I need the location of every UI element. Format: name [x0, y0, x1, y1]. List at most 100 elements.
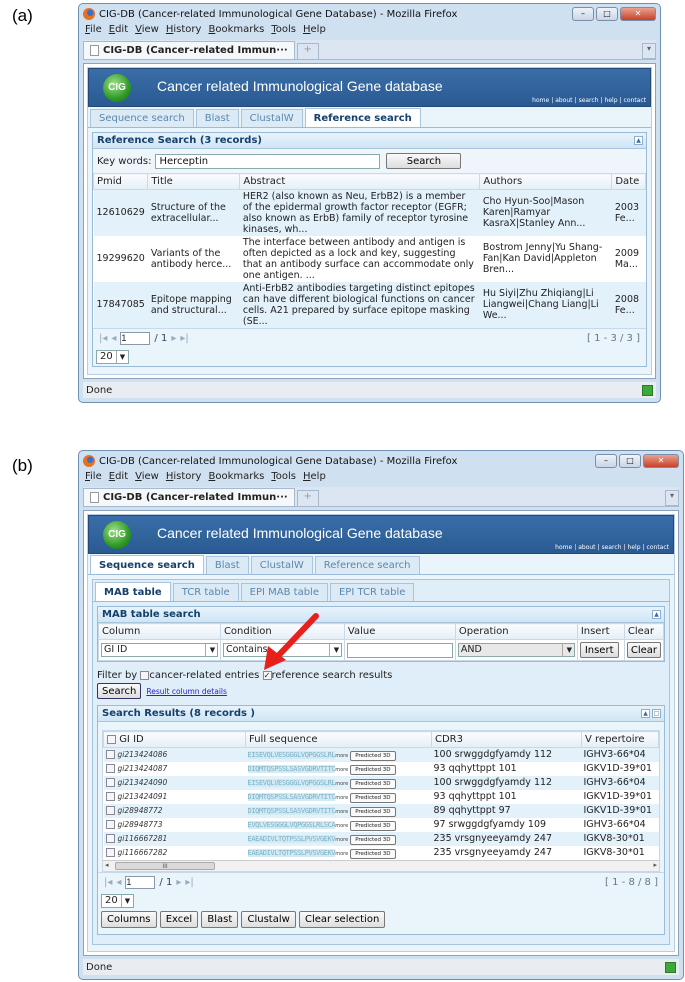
site-link[interactable]: home [532, 97, 549, 104]
gi-id[interactable]: gi213424087 [118, 764, 168, 773]
more-link[interactable]: more [335, 837, 348, 843]
menu-item[interactable]: Bookmarks [208, 24, 264, 38]
new-tab-button[interactable]: + [296, 490, 319, 506]
menu-item[interactable]: History [166, 24, 202, 38]
menu-item[interactable]: History [166, 471, 202, 485]
predicted-3d-button[interactable]: Predicted 3D [350, 779, 396, 789]
table-row[interactable]: gi116667281 EAEADIVLTQTPSSLPVSVGEKVmore P… [103, 831, 659, 846]
column-header[interactable]: CDR3 [431, 731, 582, 748]
search-button[interactable]: Search [386, 153, 462, 169]
sub-tab[interactable]: EPI MAB table [240, 583, 328, 601]
table-row[interactable]: 17847085 Epitope mapping and structural..… [93, 281, 646, 328]
menu-item[interactable]: View [135, 471, 159, 485]
select-all-checkbox[interactable] [107, 734, 116, 744]
menu-item[interactable]: File [85, 471, 102, 485]
scrollbar-thumb[interactable]: III [115, 861, 215, 870]
horizontal-scrollbar[interactable]: ◂ III ▸ [103, 859, 659, 871]
tab-list-button[interactable]: ▾ [665, 490, 679, 506]
maximize-button[interactable]: □ [596, 7, 618, 21]
close-button[interactable]: ✕ [643, 454, 679, 468]
column-select[interactable]: GI ID ▼ [101, 643, 218, 657]
menu-item[interactable]: File [85, 24, 102, 38]
browser-tab[interactable]: CIG-DB (Cancer-related Immun··· [83, 41, 295, 59]
action-button[interactable]: Clustalw [241, 910, 296, 928]
result-column-details-link[interactable]: Result column details [146, 687, 227, 696]
table-row[interactable]: gi213424086 EISEVQLVESGGGLVQPGGSLRLmore P… [103, 747, 659, 762]
gi-id[interactable]: gi213424091 [118, 792, 168, 801]
site-link[interactable]: search [598, 544, 622, 551]
row-checkbox[interactable] [105, 792, 115, 801]
collapse-icon[interactable]: ▲ [652, 610, 661, 619]
more-link[interactable]: more [335, 809, 348, 815]
table-row[interactable]: gi28948773 EVQLVESGGGLVQPGGSLRLSCAmore Pr… [104, 818, 659, 832]
sub-tab[interactable]: MAB table [95, 582, 171, 601]
predicted-3d-button[interactable]: Predicted 3D [350, 849, 396, 859]
insert-button[interactable]: Insert [579, 642, 619, 658]
site-tab[interactable]: Reference search [314, 556, 420, 574]
row-checkbox[interactable] [105, 764, 115, 773]
row-checkbox[interactable] [105, 806, 115, 815]
menu-item[interactable]: Tools [271, 24, 296, 38]
predicted-3d-button[interactable]: Predicted 3D [350, 765, 396, 775]
predicted-3d-button[interactable]: Predicted 3D [350, 751, 396, 762]
column-header[interactable]: Abstract [239, 173, 481, 190]
first-page-icon[interactable]: |◂ [99, 333, 107, 344]
gi-id[interactable]: gi213424086 [118, 750, 168, 759]
menu-item[interactable]: View [135, 24, 159, 38]
more-link[interactable]: more [335, 767, 348, 773]
more-link[interactable]: more [335, 753, 348, 759]
clear-button[interactable]: Clear [626, 642, 661, 658]
site-link[interactable]: about [574, 544, 595, 551]
gi-id[interactable]: gi116667282 [118, 848, 168, 857]
more-link[interactable]: more [335, 781, 348, 787]
site-tab[interactable]: Blast [195, 109, 239, 127]
site-tab[interactable]: Sequence search [90, 109, 194, 127]
predicted-3d-button[interactable]: Predicted 3D [350, 793, 396, 803]
site-link[interactable]: help [601, 97, 618, 104]
column-header[interactable]: Title [147, 173, 241, 190]
table-row[interactable]: 19299620 Variants of the antibody herce..… [94, 236, 646, 282]
site-tab[interactable]: Reference search [304, 108, 421, 127]
maximize-button[interactable]: □ [619, 454, 641, 468]
operation-select[interactable]: AND ▼ [457, 643, 575, 657]
prev-page-icon[interactable]: ◂ [116, 877, 121, 888]
site-tab[interactable]: Sequence search [90, 555, 204, 574]
table-row[interactable]: gi213424091 DIQMTQSPSSLSASVGDRVTITCmore P… [104, 790, 659, 804]
site-link[interactable]: about [551, 97, 572, 104]
maximize-icon[interactable]: □ [652, 709, 661, 718]
sub-tab[interactable]: TCR table [172, 583, 239, 601]
site-link[interactable]: contact [620, 97, 646, 104]
column-header[interactable]: Authors [479, 173, 613, 190]
table-row[interactable]: gi116667282 EAEADIVLTQTPSSLPVSVGEKVmore P… [104, 846, 659, 860]
column-header[interactable]: Pmid [92, 173, 149, 190]
gi-id[interactable]: gi213424090 [118, 778, 168, 787]
predicted-3d-button[interactable]: Predicted 3D [350, 807, 396, 817]
row-checkbox[interactable] [105, 848, 115, 857]
last-page-icon[interactable]: ▸| [180, 333, 188, 344]
site-tab[interactable]: ClustalW [250, 556, 313, 574]
more-link[interactable]: more [335, 795, 348, 801]
page-size-select[interactable]: 20 ▼ [101, 893, 134, 908]
close-button[interactable]: ✕ [620, 7, 656, 21]
menu-item[interactable]: Edit [109, 24, 128, 38]
last-page-icon[interactable]: ▸| [185, 877, 193, 888]
next-page-icon[interactable]: ▸ [171, 333, 176, 344]
column-header[interactable]: Full sequence [245, 731, 432, 748]
minimize-button[interactable]: – [595, 454, 617, 468]
site-link[interactable]: help [624, 544, 641, 551]
menu-item[interactable]: Edit [109, 471, 128, 485]
tab-list-button[interactable]: ▾ [642, 43, 656, 59]
collapse-icon[interactable]: ▲ [634, 136, 643, 145]
new-tab-button[interactable]: + [296, 43, 319, 59]
browser-tab[interactable]: CIG-DB (Cancer-related Immun··· [83, 488, 295, 506]
keywords-input[interactable]: Herceptin [155, 153, 381, 169]
row-checkbox[interactable] [105, 778, 115, 787]
site-link[interactable]: search [575, 97, 599, 104]
row-checkbox[interactable] [105, 820, 115, 829]
table-row[interactable]: gi213424087 DIQMTQSPSSLSASVGDRVTITCmore P… [104, 762, 659, 776]
menu-item[interactable]: Help [303, 471, 326, 485]
site-link[interactable]: home [555, 544, 572, 551]
column-header[interactable]: V repertoire [581, 731, 659, 748]
prev-page-icon[interactable]: ◂ [111, 333, 116, 344]
value-input[interactable] [346, 642, 453, 658]
